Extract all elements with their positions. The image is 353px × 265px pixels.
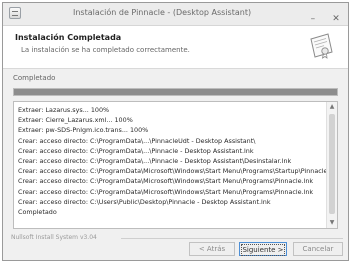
scroll-down-icon[interactable]: ▼ xyxy=(327,218,337,228)
page-header: Instalación Completada La instalación se… xyxy=(3,26,348,69)
close-button[interactable]: ✕ xyxy=(328,12,344,26)
log-line: Extraer: pw-SDS-Pnlgm.ico.trans... 100% xyxy=(18,126,149,135)
footer-divider xyxy=(121,238,343,239)
progress-bar xyxy=(13,88,338,96)
window-controls: – ✕ xyxy=(303,6,344,24)
log-line: Crear: acceso directo: C:\ProgramData\..… xyxy=(18,156,292,165)
installer-brand: Nullsoft Install System v3.04 xyxy=(11,234,97,241)
window-title: Instalación de Pinnacle - (Desktop Assis… xyxy=(73,8,252,17)
next-button-label: Siguiente > xyxy=(241,244,285,256)
cancel-button[interactable]: Cancelar xyxy=(293,242,343,256)
installer-window: Instalación de Pinnacle - (Desktop Assis… xyxy=(2,2,349,261)
title-bar: Instalación de Pinnacle - (Desktop Assis… xyxy=(3,3,348,26)
log-line: Crear: acceso directo: C:\ProgramData\Mi… xyxy=(18,187,314,196)
install-log[interactable]: Extraer: Lazarus.sys... 100% Extraer: Cie… xyxy=(13,101,338,229)
certificate-icon xyxy=(310,33,333,59)
scroll-up-icon[interactable]: ▲ xyxy=(327,102,337,112)
back-button[interactable]: < Atrás xyxy=(189,242,235,256)
log-line: Crear: acceso directo: C:\ProgramData\Mi… xyxy=(18,167,326,176)
installer-icon xyxy=(9,7,21,19)
button-bar: Nullsoft Install System v3.04 < Atrás Si… xyxy=(3,234,348,260)
install-log-lines: Extraer: Lazarus.sys... 100% Extraer: Cie… xyxy=(18,105,326,217)
log-line: Crear: acceso directo: C:\ProgramData\..… xyxy=(18,136,256,145)
next-button[interactable]: Siguiente > xyxy=(239,242,287,256)
log-line: Crear: acceso directo: C:\ProgramData\Mi… xyxy=(18,177,314,186)
scroll-thumb[interactable] xyxy=(329,114,335,214)
log-line: Extraer: Cierre_Lazarus.xml... 100% xyxy=(18,116,133,125)
page-title: Instalación Completada xyxy=(15,33,122,42)
install-progress-panel: Completado Extraer: Lazarus.sys... 100% E… xyxy=(3,69,348,234)
progress-bar-fill xyxy=(14,89,337,95)
log-scrollbar[interactable]: ▲ ▼ xyxy=(326,102,337,228)
log-line: Extraer: Lazarus.sys... 100% xyxy=(18,106,110,114)
log-line: Crear: acceso directo: C:\Users\Public\D… xyxy=(18,197,271,206)
minimize-button[interactable]: – xyxy=(305,12,321,26)
page-subtitle: La instalación se ha completado correcta… xyxy=(21,46,190,54)
status-label: Completado xyxy=(13,74,56,82)
log-line: Completado xyxy=(18,207,57,216)
log-line: Crear: acceso directo: C:\ProgramData\..… xyxy=(18,146,254,155)
